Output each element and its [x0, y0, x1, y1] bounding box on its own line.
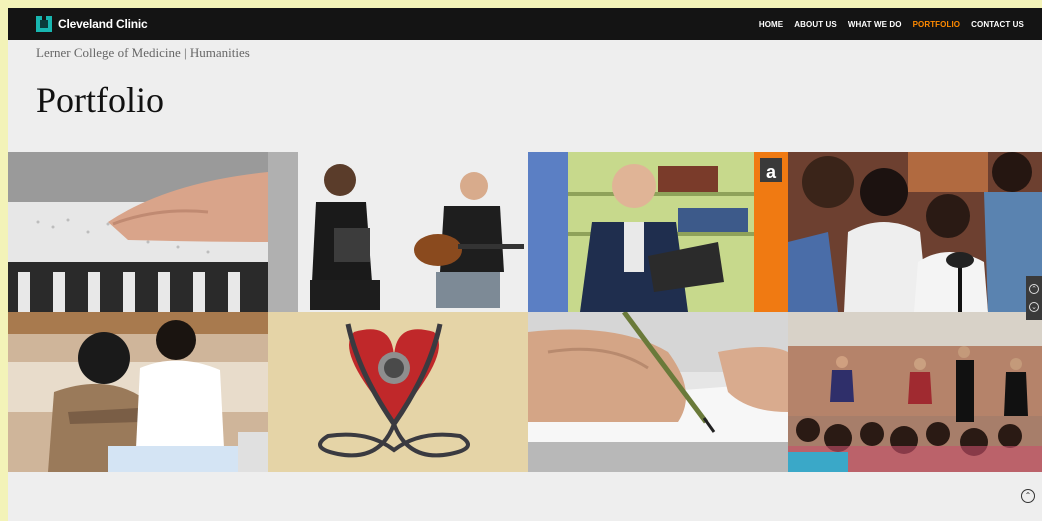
slider-side-controls: ⌃ ⌄: [1026, 276, 1042, 320]
students-drawing-photo-icon: [8, 312, 268, 472]
chevron-down-icon[interactable]: ⌄: [1029, 302, 1039, 312]
braille-hand-photo-icon: [8, 152, 268, 312]
chevron-up-icon[interactable]: ⌃: [1029, 284, 1039, 294]
nav-portfolio[interactable]: PORTFOLIO: [913, 20, 961, 29]
cleveland-clinic-logo-icon: [36, 16, 52, 32]
page-title: Portfolio: [36, 80, 165, 120]
heart-stethoscope-illustration-icon: [268, 312, 528, 472]
portfolio-tile-classroom[interactable]: [788, 312, 1042, 472]
a-badge-icon: a: [766, 162, 777, 182]
nav-contact-us[interactable]: CONTACT US: [971, 20, 1024, 29]
nav-home[interactable]: HOME: [759, 20, 783, 29]
portfolio-tile-braille[interactable]: [8, 152, 268, 312]
nav-about-us[interactable]: ABOUT US: [794, 20, 837, 29]
portfolio-tile-heart[interactable]: [268, 312, 528, 472]
brand[interactable]: Cleveland Clinic: [36, 16, 148, 32]
page: Cleveland Clinic HOME ABOUT US WHAT WE D…: [8, 8, 1042, 521]
portfolio-tile-writing[interactable]: [528, 312, 788, 472]
site-subtitle: Lerner College of Medicine | Humanities: [36, 45, 250, 60]
top-navigation-bar: Cleveland Clinic HOME ABOUT US WHAT WE D…: [8, 8, 1042, 40]
musicians-photo-icon: [268, 152, 528, 312]
portfolio-tile-reading[interactable]: a: [528, 152, 788, 312]
nav-menu: HOME ABOUT US WHAT WE DO PORTFOLIO CONTA…: [748, 20, 1024, 29]
writing-hand-photo-icon: [528, 312, 788, 472]
portfolio-tile-students[interactable]: [8, 312, 268, 472]
reading-man-photo-icon: a: [528, 152, 788, 312]
portfolio-grid: a: [8, 152, 1042, 472]
classroom-performance-photo-icon: [788, 312, 1042, 472]
portfolio-tile-musicians[interactable]: [268, 152, 528, 312]
portfolio-tile-children[interactable]: [788, 152, 1042, 312]
nav-what-we-do[interactable]: WHAT WE DO: [848, 20, 902, 29]
scroll-to-top-icon[interactable]: ⌃: [1021, 489, 1035, 503]
brand-name: Cleveland Clinic: [58, 17, 148, 31]
children-singing-photo-icon: [788, 152, 1042, 312]
